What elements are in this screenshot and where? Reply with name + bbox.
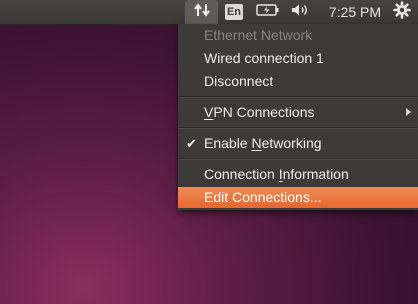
menu-item-label: Edit Connections...: [204, 189, 322, 205]
top-panel: En 7:25 PM: [0, 0, 418, 24]
checkmark-icon: ✔: [186, 136, 197, 151]
menu-item-label: VPN Connections: [204, 104, 315, 120]
menu-item-label: Disconnect: [204, 73, 274, 89]
menu-item-enable-networking[interactable]: ✔ Enable Networking: [178, 133, 418, 154]
menu-item-label: Connection Information: [204, 166, 349, 182]
menu-item-connection-information[interactable]: Connection Information: [178, 164, 418, 185]
keyboard-language-indicator[interactable]: En: [222, 0, 246, 24]
battery-icon: [256, 3, 280, 22]
menu-item-disconnect[interactable]: Disconnect: [178, 71, 418, 92]
speaker-volume-icon: [290, 2, 310, 23]
network-indicator[interactable]: [185, 0, 218, 24]
network-menu: Ethernet Network Wired connection 1 Disc…: [178, 24, 418, 210]
clock[interactable]: 7:25 PM: [324, 0, 386, 24]
network-updown-icon: [193, 2, 211, 23]
menu-item-edit-connections[interactable]: Edit Connections...: [178, 187, 418, 208]
menu-separator: [179, 158, 417, 160]
sound-indicator[interactable]: [288, 0, 312, 24]
menu-separator: [179, 96, 417, 98]
menu-separator: [179, 127, 417, 129]
menu-item-label: Enable Networking: [204, 135, 322, 151]
submenu-arrow-icon: [406, 108, 411, 116]
system-menu-button[interactable]: [390, 0, 414, 24]
language-label: En: [224, 4, 244, 20]
gear-icon: [393, 0, 411, 24]
menu-item-vpn-connections[interactable]: VPN Connections: [178, 102, 418, 123]
battery-indicator[interactable]: [253, 0, 283, 24]
menu-header-ethernet-network: Ethernet Network: [178, 25, 418, 46]
menu-item-label: Wired connection 1: [204, 50, 324, 66]
menu-item-wired-connection[interactable]: Wired connection 1: [178, 48, 418, 69]
menu-item-label: Ethernet Network: [204, 27, 313, 43]
